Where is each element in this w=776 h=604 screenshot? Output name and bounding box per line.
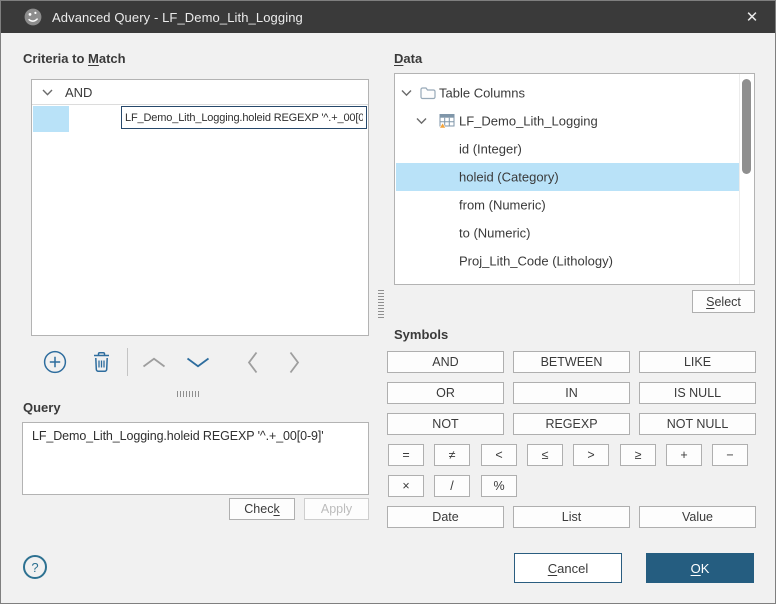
tree-item-table-columns[interactable]: Table Columns — [396, 79, 741, 107]
symbol-between-button[interactable]: BETWEEN — [513, 351, 630, 373]
close-icon[interactable]: ✕ — [729, 1, 775, 33]
cancel-button[interactable]: Cancel — [514, 553, 622, 583]
symbol-is-null-button[interactable]: IS NULL — [639, 382, 756, 404]
symbol-like-button[interactable]: LIKE — [639, 351, 756, 373]
criteria-expression-input[interactable] — [121, 106, 367, 129]
tree-item-column-id[interactable]: id (Integer) — [396, 135, 741, 163]
folder-icon — [420, 87, 436, 100]
advanced-query-dialog: Advanced Query - LF_Demo_Lith_Logging ✕ … — [0, 0, 776, 604]
symbol-greater-than-button[interactable]: > — [573, 444, 609, 466]
symbol-less-than-button[interactable]: < — [481, 444, 517, 466]
symbol-not-null-button[interactable]: NOT NULL — [639, 413, 756, 435]
vertical-splitter-handle[interactable] — [378, 288, 384, 318]
symbol-plus-button[interactable]: + — [666, 444, 702, 466]
tree-item-label: id (Integer) — [459, 142, 522, 157]
query-label: Query — [23, 400, 61, 415]
plus-circle-icon — [43, 350, 67, 374]
symbol-date-button[interactable]: Date — [387, 506, 504, 528]
tree-item-table[interactable]: LF_Demo_Lith_Logging — [396, 107, 741, 135]
symbol-value-button[interactable]: Value — [639, 506, 756, 528]
table-icon — [439, 114, 455, 129]
criteria-to-match-label: Criteria to Match — [23, 51, 126, 66]
symbol-equals-button[interactable]: = — [388, 444, 424, 466]
symbols-label: Symbols — [394, 327, 448, 342]
symbol-divide-button[interactable]: / — [434, 475, 470, 497]
move-down-button[interactable] — [185, 356, 211, 369]
criteria-tree-panel: AND — [31, 79, 369, 336]
data-tree-panel: Table Columns LF_Demo_Lith_Logging id (I… — [394, 73, 755, 285]
app-logo-icon — [24, 8, 42, 26]
trash-icon — [91, 350, 112, 374]
chevron-down-icon[interactable] — [416, 118, 427, 125]
chevron-up-icon — [141, 356, 167, 369]
tree-item-label: holeid (Category) — [459, 170, 559, 185]
data-label: Data — [394, 51, 422, 66]
move-up-button[interactable] — [141, 356, 167, 369]
title-bar: Advanced Query - LF_Demo_Lith_Logging ✕ — [1, 1, 775, 33]
toolbar-divider — [127, 348, 128, 376]
symbol-in-button[interactable]: IN — [513, 382, 630, 404]
scrollbar-thumb[interactable] — [742, 79, 751, 174]
query-text-area[interactable]: LF_Demo_Lith_Logging.holeid REGEXP '^.+_… — [22, 422, 369, 495]
window-title: Advanced Query - LF_Demo_Lith_Logging — [52, 10, 303, 25]
tree-item-column-holeid[interactable]: holeid (Category) — [396, 163, 741, 191]
add-criteria-button[interactable] — [43, 350, 67, 374]
help-icon[interactable]: ? — [23, 555, 47, 579]
tree-item-label: Table Columns — [439, 86, 525, 101]
criteria-root-node[interactable]: AND — [32, 80, 368, 105]
criteria-root-label: AND — [65, 85, 92, 100]
select-button[interactable]: Select — [692, 290, 755, 313]
delete-criteria-button[interactable] — [91, 350, 112, 374]
move-right-button[interactable] — [288, 350, 301, 375]
check-button[interactable]: Check — [229, 498, 295, 520]
apply-button[interactable]: Apply — [304, 498, 369, 520]
symbol-and-button[interactable]: AND — [387, 351, 504, 373]
tree-item-label: Proj_Lith_Code (Lithology) — [459, 254, 613, 269]
tree-item-column-from[interactable]: from (Numeric) — [396, 191, 741, 219]
chevron-right-icon — [288, 350, 301, 375]
symbol-not-equals-button[interactable]: ≠ — [434, 444, 470, 466]
symbol-modulo-button[interactable]: % — [481, 475, 517, 497]
symbol-minus-button[interactable]: − — [712, 444, 748, 466]
symbol-or-button[interactable]: OR — [387, 382, 504, 404]
symbol-list-button[interactable]: List — [513, 506, 630, 528]
symbol-multiply-button[interactable]: × — [388, 475, 424, 497]
move-left-button[interactable] — [246, 350, 259, 375]
vertical-scrollbar[interactable] — [739, 74, 754, 284]
symbol-less-equal-button[interactable]: ≤ — [527, 444, 563, 466]
chevron-down-icon[interactable] — [401, 90, 412, 97]
symbol-greater-equal-button[interactable]: ≥ — [620, 444, 656, 466]
chevron-down-icon[interactable] — [42, 89, 53, 96]
ok-button[interactable]: OK — [646, 553, 754, 583]
criteria-row — [32, 106, 368, 134]
chevron-down-icon — [185, 356, 211, 369]
symbol-regexp-button[interactable]: REGEXP — [513, 413, 630, 435]
tree-item-column-to[interactable]: to (Numeric) — [396, 219, 741, 247]
criteria-row-handle[interactable] — [33, 106, 69, 132]
chevron-left-icon — [246, 350, 259, 375]
tree-item-label: LF_Demo_Lith_Logging — [459, 114, 598, 129]
symbol-not-button[interactable]: NOT — [387, 413, 504, 435]
tree-item-label: to (Numeric) — [459, 226, 531, 241]
tree-item-label: from (Numeric) — [459, 198, 546, 213]
tree-item-column-proj-lith-code[interactable]: Proj_Lith_Code (Lithology) — [396, 247, 741, 275]
horizontal-splitter-handle[interactable] — [177, 391, 199, 397]
